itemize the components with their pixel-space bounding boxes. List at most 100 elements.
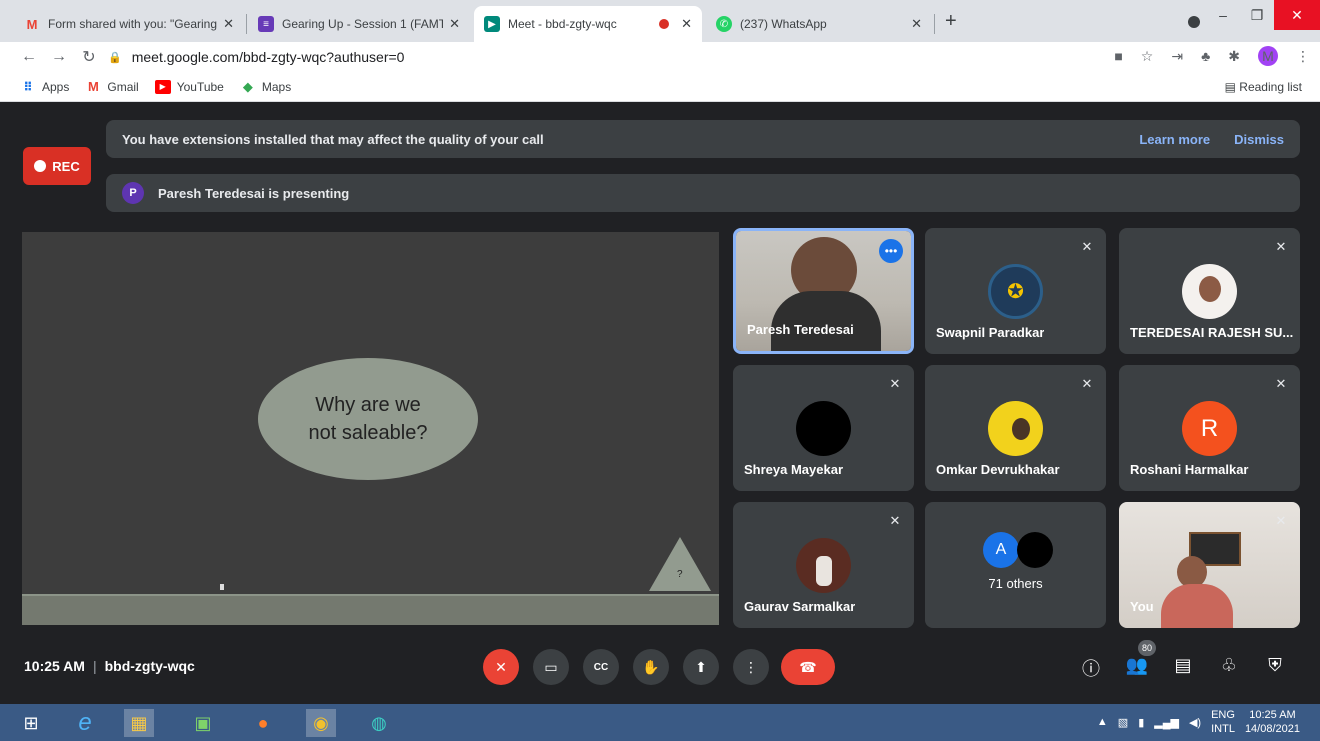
hand-icon: ✋	[642, 658, 660, 675]
captions-button[interactable]: CC	[583, 649, 619, 685]
participant-tile-self[interactable]: ✕ You	[1119, 502, 1300, 628]
close-icon[interactable]: ✕	[911, 16, 922, 32]
close-icon[interactable]: ✕	[223, 16, 234, 32]
people-button[interactable]: 👥	[1125, 655, 1149, 676]
participant-tile-rajesh[interactable]: ✕ TEREDESAI RAJESH SU...	[1119, 228, 1300, 354]
reading-list-label: Reading list	[1239, 80, 1302, 94]
recording-button[interactable]: REC	[23, 147, 91, 185]
lang-secondary: INTL	[1211, 723, 1235, 735]
bookmark-maps[interactable]: ◆ Maps	[240, 78, 291, 94]
participant-avatar	[796, 401, 851, 456]
edge-icon[interactable]: ◍	[364, 709, 394, 737]
participant-avatar	[1182, 264, 1237, 319]
firefox-icon[interactable]: ●	[248, 709, 278, 737]
battery-icon[interactable]: ▮	[1138, 716, 1144, 729]
forward-arrow-icon[interactable]: →	[44, 48, 74, 66]
taskbar-date: 14/08/2021	[1244, 723, 1300, 735]
owl-extension-icon[interactable]: ♣	[1201, 48, 1210, 64]
windows-start-icon[interactable]: ⊞	[16, 709, 46, 737]
meeting-details-button[interactable]: ⓘ	[1079, 655, 1103, 681]
camera-icon[interactable]: ■	[1114, 48, 1122, 64]
restore-button[interactable]: ❐	[1240, 0, 1274, 30]
back-arrow-icon[interactable]: ←	[14, 48, 44, 66]
lock-icon[interactable]: 🔒	[108, 51, 122, 64]
maps-pin-icon: ◆	[242, 78, 253, 94]
volume-icon[interactable]: ◀)	[1189, 716, 1201, 729]
bookmark-youtube[interactable]: ▶ YouTube	[154, 79, 224, 94]
extension-arrow-icon[interactable]: ⇥	[1171, 48, 1183, 65]
extensions-warning-banner: You have extensions installed that may a…	[106, 120, 1300, 158]
reload-icon[interactable]: ↻	[74, 47, 104, 67]
close-icon[interactable]: ✕	[449, 16, 460, 32]
presenter-avatar: P	[122, 182, 144, 204]
reading-list-icon: ▤	[1224, 80, 1236, 94]
participant-tile-swapnil[interactable]: ✕ ✪ Swapnil Paradkar	[925, 228, 1106, 354]
triangle-text: ?	[677, 569, 683, 580]
raise-hand-button[interactable]: ✋	[633, 649, 669, 685]
clock-date[interactable]: 10:25 AM 14/08/2021	[1245, 708, 1300, 736]
leave-call-button[interactable]: ☎	[781, 649, 835, 685]
present-now-button[interactable]: ⬆	[683, 649, 719, 685]
bookmark-star-icon[interactable]: ☆	[1141, 48, 1154, 65]
tab-form-shared[interactable]: M Form shared with you: "Gearing U ✕	[14, 6, 244, 42]
close-icon[interactable]: ✕	[681, 16, 692, 32]
participant-tile-roshani[interactable]: ✕ R Roshani Harmalkar	[1119, 365, 1300, 491]
slide-floor	[22, 594, 719, 625]
chrome-icon[interactable]: ◉	[306, 709, 336, 737]
language-indicator[interactable]: ENG INTL	[1211, 708, 1235, 736]
participant-tile-paresh[interactable]: ••• Paresh Teredesai	[733, 228, 914, 354]
mic-off-button[interactable]: ✕	[483, 649, 519, 685]
learn-more-link[interactable]: Learn more	[1139, 132, 1210, 147]
participant-name: Omkar Devrukhakar	[936, 462, 1060, 477]
dismiss-button[interactable]: Dismiss	[1234, 132, 1284, 147]
tray-chevron-icon[interactable]: ▲	[1097, 716, 1108, 728]
captions-icon: CC	[593, 661, 609, 673]
bookmark-apps[interactable]: ⠿ Apps	[20, 80, 69, 94]
window-controls: – ❐ ✕	[1206, 0, 1320, 30]
presentation-screen[interactable]: Why are we not saleable? ?	[22, 232, 719, 625]
store-icon[interactable]: ▣	[188, 709, 218, 737]
internet-explorer-icon[interactable]: e	[70, 709, 100, 737]
others-avatar-2	[1017, 532, 1053, 568]
new-tab-button[interactable]: +	[945, 10, 957, 33]
forms-icon: ≡	[258, 16, 274, 32]
more-options-button[interactable]: ⋮	[733, 649, 769, 685]
participant-tile-shreya[interactable]: ✕ Shreya Mayekar	[733, 365, 914, 491]
participant-avatar	[796, 538, 851, 593]
participant-tile-others[interactable]: A 71 others	[925, 502, 1106, 628]
present-screen-icon: ⬆	[695, 658, 707, 675]
kebab-menu-icon[interactable]: ⋮	[1296, 48, 1310, 65]
rec-label: REC	[52, 158, 80, 174]
minimize-button[interactable]: –	[1206, 0, 1240, 30]
host-controls-button[interactable]: ⛨	[1263, 655, 1287, 676]
puzzle-extensions-icon[interactable]: ✱	[1228, 48, 1240, 65]
camera-button[interactable]: ▭	[533, 649, 569, 685]
mic-off-icon: ✕	[1275, 513, 1287, 528]
activities-shapes-icon: ♧	[1220, 655, 1238, 675]
presenting-text: Paresh Teredesai is presenting	[158, 185, 350, 201]
participant-tile-omkar[interactable]: ✕ Omkar Devrukhakar	[925, 365, 1106, 491]
mic-off-icon: ✕	[889, 513, 901, 528]
network-icon[interactable]: ▧	[1118, 716, 1128, 729]
signal-icon[interactable]: ▂▄▆	[1154, 716, 1179, 729]
participant-name: Gaurav Sarmalkar	[744, 599, 856, 614]
activities-button[interactable]: ♧	[1217, 655, 1241, 676]
address-bar[interactable]: 🔒 meet.google.com/bbd-zgty-wqc?authuser=…	[108, 45, 1108, 69]
bookmark-gmail[interactable]: M Gmail	[85, 79, 139, 94]
bookmark-label: YouTube	[176, 79, 224, 94]
tab-meet[interactable]: ▶ Meet - bbd-zgty-wqc ✕	[474, 6, 702, 42]
profile-avatar[interactable]: M	[1258, 46, 1278, 66]
tab-title: Gearing Up - Session 1 (FAMT) -	[282, 17, 444, 31]
tab-gearing-up[interactable]: ≡ Gearing Up - Session 1 (FAMT) - ✕	[248, 6, 470, 42]
participant-tile-gaurav[interactable]: ✕ Gaurav Sarmalkar	[733, 502, 914, 628]
reading-list-button[interactable]: ▤ Reading list	[1225, 80, 1302, 94]
tab-search-icon[interactable]	[1188, 16, 1200, 28]
tab-whatsapp[interactable]: ✆ (237) WhatsApp ✕	[706, 6, 932, 42]
meeting-info: 10:25 AM | bbd-zgty-wqc	[24, 658, 195, 674]
window-close-button[interactable]: ✕	[1274, 0, 1320, 30]
more-options-icon[interactable]: •••	[879, 239, 903, 263]
file-explorer-icon[interactable]: ▦	[124, 709, 154, 737]
chat-button[interactable]: ▤	[1171, 655, 1195, 676]
bookmarks-bar: ⠿ Apps M Gmail ▶ YouTube ◆ Maps ▤ Readin…	[0, 72, 1320, 102]
recording-indicator-icon	[659, 19, 670, 29]
